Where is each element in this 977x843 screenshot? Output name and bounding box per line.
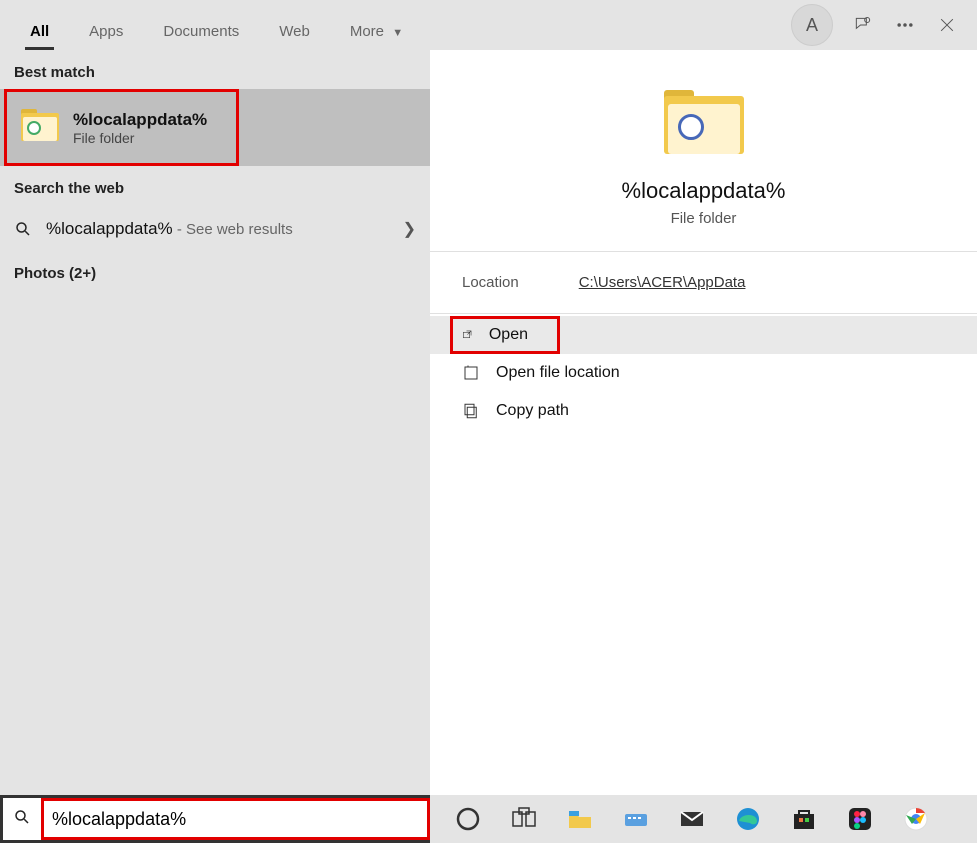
search-input-highlight [41, 798, 430, 840]
keyboard-icon[interactable] [622, 805, 650, 833]
detail-header: %localappdata% File folder [430, 50, 977, 252]
location-label: Location [462, 274, 519, 291]
tab-documents[interactable]: Documents [143, 11, 259, 50]
more-options-icon[interactable] [893, 13, 917, 37]
action-copy-path[interactable]: Copy path [430, 392, 977, 430]
feedback-icon[interactable] [851, 13, 875, 37]
best-match-row-extension [239, 89, 430, 166]
chevron-right-icon: ❯ [403, 219, 416, 239]
tab-web[interactable]: Web [259, 11, 330, 50]
search-web-label: Search the web [0, 166, 430, 205]
figma-icon[interactable] [846, 805, 874, 833]
tab-more[interactable]: More ▼ [330, 11, 423, 50]
best-match-title: %localappdata% [73, 110, 207, 130]
best-match-text: %localappdata% File folder [73, 110, 207, 146]
search-box-wrap [0, 795, 430, 843]
search-input[interactable] [52, 809, 419, 830]
best-match-result[interactable]: %localappdata% File folder [4, 89, 239, 166]
copy-icon [462, 402, 480, 420]
action-open-location[interactable]: Open file location [430, 354, 977, 392]
close-icon[interactable] [935, 13, 959, 37]
web-query: %localappdata% [46, 219, 173, 238]
tabs-right-group: A [791, 4, 967, 46]
store-icon[interactable] [790, 805, 818, 833]
web-result-text: %localappdata% - See web results [46, 219, 293, 239]
action-open-location-label: Open file location [496, 364, 620, 382]
detail-title: %localappdata% [622, 178, 786, 204]
photos-section[interactable]: Photos (2+) [0, 253, 430, 294]
file-explorer-icon[interactable] [566, 805, 594, 833]
location-value[interactable]: C:\Users\ACER\AppData [579, 274, 746, 291]
chrome-icon[interactable] [902, 805, 930, 833]
action-open[interactable]: Open [450, 316, 560, 354]
best-match-label: Best match [0, 50, 430, 89]
tab-apps[interactable]: Apps [69, 11, 143, 50]
best-match-row-wrap: %localappdata% File folder [0, 89, 430, 166]
detail-pane: %localappdata% File folder Location C:\U… [430, 50, 977, 795]
chevron-down-icon: ▼ [392, 27, 403, 39]
web-hint: - See web results [173, 221, 293, 238]
folder-large-icon [664, 90, 744, 160]
open-icon [462, 326, 473, 344]
mail-icon[interactable] [678, 805, 706, 833]
bottom-bar [0, 795, 977, 843]
search-tabs-bar: All Apps Documents Web More ▼ A [0, 0, 977, 50]
folder-icon [21, 109, 59, 147]
detail-location-row: Location C:\Users\ACER\AppData [430, 252, 977, 314]
user-avatar[interactable]: A [791, 4, 833, 46]
action-copy-path-label: Copy path [496, 402, 569, 420]
search-icon [14, 220, 32, 238]
web-result-row[interactable]: %localappdata% - See web results ❯ [0, 205, 430, 253]
best-match-subtitle: File folder [73, 130, 207, 146]
cortana-icon[interactable] [454, 805, 482, 833]
search-icon-bottom [3, 808, 41, 831]
action-open-label: Open [489, 326, 528, 344]
edge-icon[interactable] [734, 805, 762, 833]
detail-actions: Open Open file location Copy path [430, 316, 977, 430]
taskbar [430, 795, 977, 843]
tab-more-label: More [350, 23, 384, 40]
main-split: Best match %localappdata% File folder Se… [0, 50, 977, 795]
task-view-icon[interactable] [510, 805, 538, 833]
tabs-left-group: All Apps Documents Web More ▼ [10, 0, 423, 50]
detail-subtitle: File folder [671, 210, 737, 227]
results-pane: Best match %localappdata% File folder Se… [0, 50, 430, 795]
tab-all[interactable]: All [10, 11, 69, 50]
open-location-icon [462, 364, 480, 382]
